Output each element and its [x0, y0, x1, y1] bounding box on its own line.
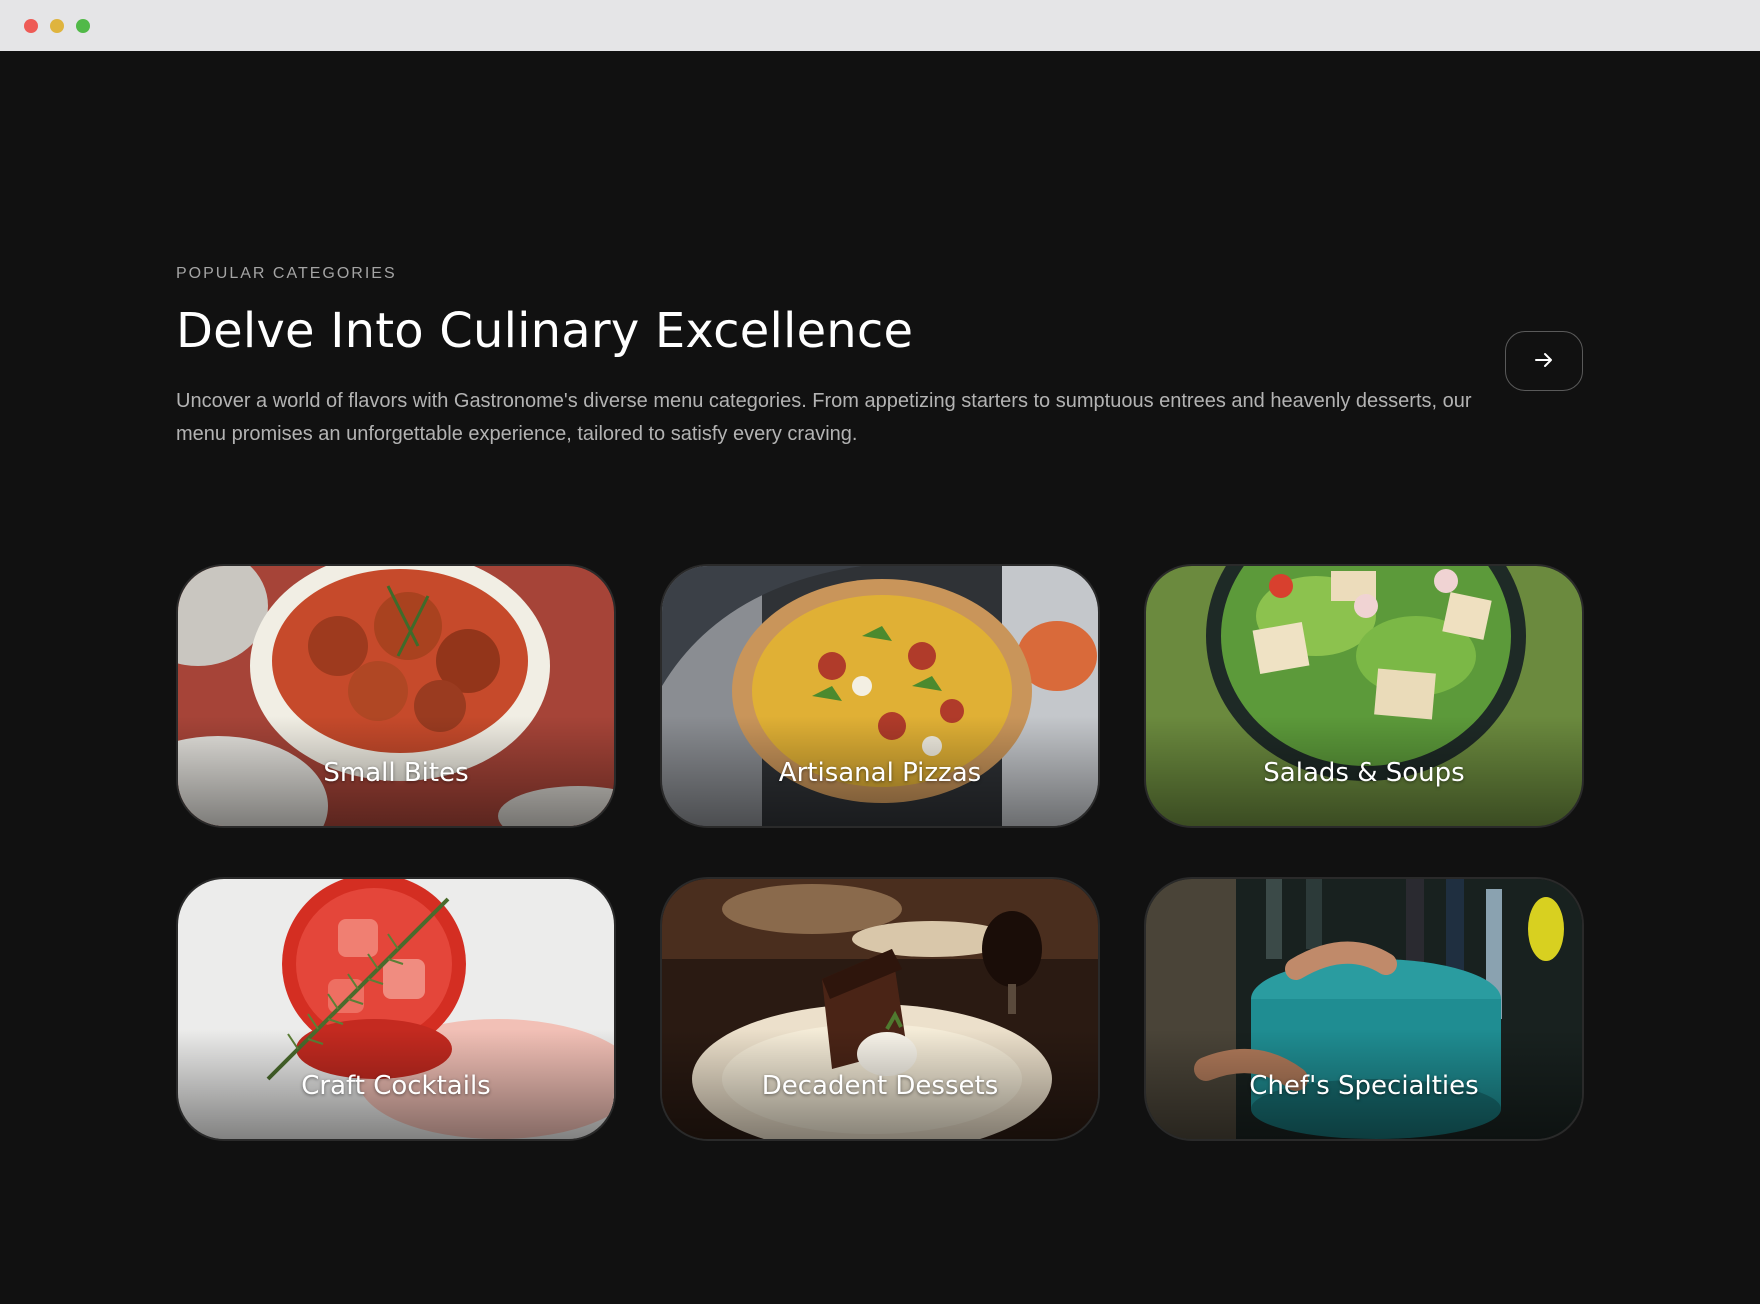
category-card-salads-soups[interactable]: Salads & Soups	[1144, 564, 1584, 828]
section-title: Delve Into Culinary Excellence	[176, 303, 914, 359]
section-description: Uncover a world of flavors with Gastrono…	[176, 390, 1472, 445]
category-card-small-bites[interactable]: Small Bites	[176, 564, 616, 828]
category-card-craft-cocktails[interactable]: Craft Cocktails	[176, 877, 616, 1141]
close-window-button[interactable]	[24, 18, 38, 33]
category-card-chefs-specialties[interactable]: Chef's Specialties	[1144, 877, 1584, 1141]
category-label: Chef's Specialties	[1249, 1071, 1479, 1101]
category-label: Decadent Dessets	[761, 1071, 999, 1101]
category-label: Salads & Soups	[1263, 758, 1465, 788]
next-categories-button[interactable]	[1505, 331, 1583, 391]
category-label: Craft Cocktails	[301, 1071, 491, 1101]
section-eyebrow: POPULAR CATEGORIES	[176, 265, 397, 282]
minimize-window-button[interactable]	[50, 18, 64, 33]
category-label: Small Bites	[323, 758, 469, 788]
category-card-artisanal-pizzas[interactable]: Artisanal Pizzas	[660, 564, 1100, 828]
categories-section: POPULAR CATEGORIES Delve Into Culinary E…	[0, 51, 1760, 1304]
window-titlebar	[0, 0, 1760, 51]
category-grid: Small Bites Artisanal Pizzas Salads & So…	[176, 564, 1584, 1141]
category-label: Artisanal Pizzas	[778, 758, 982, 788]
maximize-window-button[interactable]	[76, 18, 90, 33]
arrow-right-icon	[1532, 348, 1556, 375]
category-card-decadent-dessets[interactable]: Decadent Dessets	[660, 877, 1100, 1141]
